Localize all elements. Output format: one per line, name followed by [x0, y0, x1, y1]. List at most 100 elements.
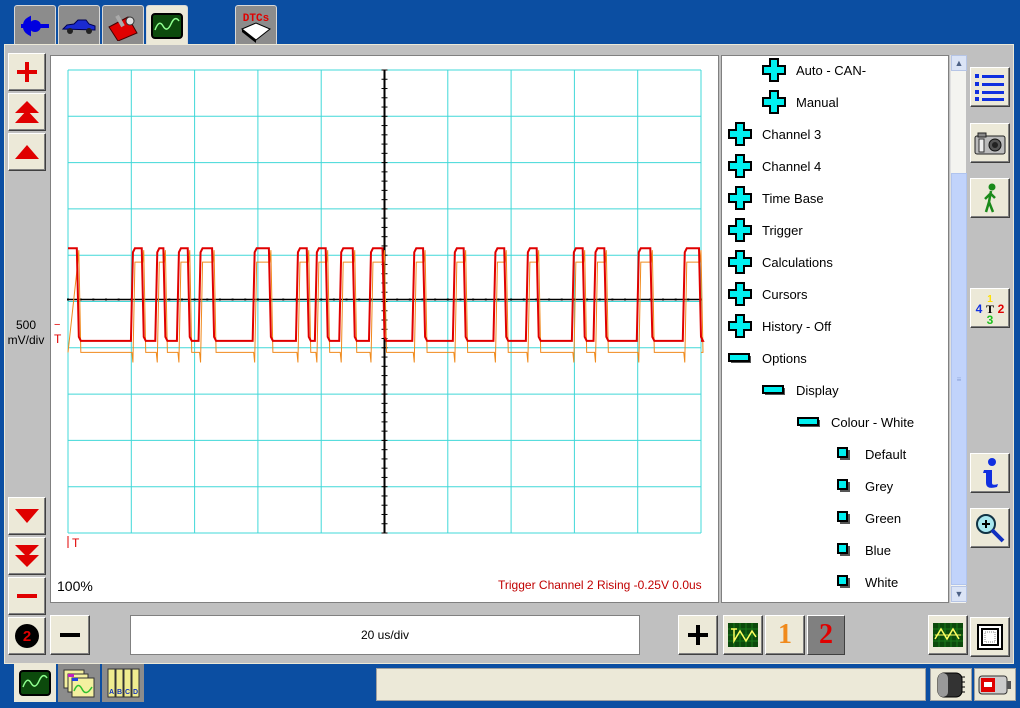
tree-item[interactable]: Default	[837, 443, 906, 465]
expand-plus-icon[interactable]	[762, 58, 786, 82]
snapshot-button[interactable]	[970, 123, 1010, 163]
magnify-button[interactable]	[970, 508, 1010, 548]
bottom-tab-library[interactable]	[58, 664, 100, 702]
tree-scrollbar[interactable]: ▲ ≡ ▼	[950, 55, 967, 603]
bottom-tab-scope[interactable]	[14, 664, 56, 702]
scroll-down-button[interactable]: ▼	[951, 586, 967, 602]
tree-item-label: Cursors	[762, 286, 808, 302]
tree-item[interactable]: Options	[728, 347, 807, 369]
expand-plus-icon[interactable]	[728, 186, 752, 210]
timebase-increase-button[interactable]	[678, 615, 718, 655]
magnifier-icon	[976, 514, 1005, 543]
tree-item[interactable]: History - Off	[728, 314, 831, 338]
tree-item[interactable]: Auto - CAN-	[762, 58, 866, 82]
axis-tick	[586, 298, 589, 301]
tree-item[interactable]: Channel 4	[728, 154, 821, 178]
fullscreen-button[interactable]	[970, 617, 1010, 657]
tree-item[interactable]: Calculations	[728, 250, 833, 274]
option-square-icon[interactable]	[837, 543, 851, 557]
car-icon	[61, 19, 96, 34]
channel-1-button[interactable]: 1	[765, 615, 805, 655]
scroll-thumb[interactable]: ≡	[951, 173, 967, 585]
option-square-icon[interactable]	[837, 575, 851, 589]
collapse-minus-icon[interactable]	[797, 416, 821, 428]
arrow-down-icon	[15, 509, 39, 523]
volts-value: 500	[15, 318, 37, 332]
scroll-up-button[interactable]: ▲	[951, 55, 967, 71]
expand-plus-icon[interactable]	[728, 154, 752, 178]
axis-tick	[244, 298, 247, 301]
trigger-info: Trigger Channel 2 Rising -0.25V 0.0us	[498, 578, 702, 592]
tree-item[interactable]: Display	[762, 379, 839, 401]
tree-item[interactable]: Blue	[837, 539, 891, 561]
tree-item[interactable]: Cursors	[728, 282, 808, 306]
timebase-display: 20 us/div	[130, 615, 640, 655]
tree-item[interactable]: White	[837, 571, 898, 593]
dtc-icon: DTCs	[241, 13, 271, 43]
trigger-level-marker: −	[54, 319, 60, 331]
axis-tick	[345, 298, 348, 301]
tree-item[interactable]: Time Base	[728, 186, 824, 210]
settings-tree[interactable]: Auto - CAN- Manual Channel 3 Channel 4 Time …	[721, 55, 949, 603]
axis-tick	[256, 298, 259, 301]
zoom-in-button[interactable]	[8, 53, 46, 91]
list-button[interactable]	[970, 67, 1010, 107]
scale-down-button[interactable]	[8, 497, 46, 535]
tab-dtcs[interactable]: DTCs	[235, 5, 277, 45]
connector-icon	[21, 15, 49, 36]
volts-unit: mV/div	[7, 333, 45, 347]
tree-item[interactable]: Manual	[762, 90, 839, 114]
minus-icon	[17, 594, 37, 598]
tree-item[interactable]: Channel 3	[728, 122, 822, 146]
channel-select-button[interactable]: 2	[8, 617, 46, 655]
scale-down-fast-button[interactable]	[8, 537, 46, 575]
scale-up-fast-button[interactable]	[8, 93, 46, 131]
axis-tick	[611, 298, 614, 301]
oscilloscope-icon	[19, 670, 51, 696]
measure-button[interactable]	[928, 615, 968, 655]
device-status[interactable]	[930, 668, 972, 701]
option-square-icon[interactable]	[837, 511, 851, 525]
expand-plus-icon[interactable]	[728, 250, 752, 274]
axis-tick	[332, 298, 335, 301]
waveform-plot[interactable]: − T T	[50, 55, 719, 603]
tab-connector[interactable]	[14, 5, 56, 45]
tree-item[interactable]: Grey	[837, 475, 893, 497]
axis-tick	[168, 298, 171, 301]
battery-icon	[978, 675, 1011, 694]
walk-button[interactable]	[970, 178, 1010, 218]
scale-up-button[interactable]	[8, 133, 46, 171]
tab-toolbox[interactable]	[102, 5, 144, 45]
collapse-minus-icon[interactable]	[762, 384, 786, 396]
tree-item[interactable]: Green	[837, 507, 901, 529]
toolbox-icon	[108, 14, 138, 41]
info-button[interactable]	[970, 453, 1010, 493]
tree-item-label: Channel 3	[762, 126, 822, 142]
trigger-mode-button[interactable]	[723, 615, 763, 655]
axis-tick	[408, 298, 411, 301]
expand-plus-icon[interactable]	[728, 218, 752, 242]
minus-icon	[60, 633, 80, 637]
channel-trigger-button[interactable]: 14T23	[970, 288, 1010, 328]
tree-item-label: Blue	[865, 542, 892, 558]
option-square-icon[interactable]	[837, 447, 851, 461]
tab-vehicle[interactable]	[58, 5, 100, 45]
tree-item[interactable]: Trigger	[728, 218, 803, 242]
zoom-out-button[interactable]	[8, 577, 46, 615]
expand-plus-icon[interactable]	[762, 90, 786, 114]
timebase-decrease-button[interactable]	[50, 615, 90, 655]
double-arrow-down-icon	[15, 545, 39, 567]
collapse-minus-icon[interactable]	[728, 352, 752, 364]
expand-plus-icon[interactable]	[728, 314, 752, 338]
status-bar	[376, 668, 926, 701]
tree-item[interactable]: Colour - White	[797, 411, 914, 433]
bottom-tab-binders[interactable]: ABCD	[102, 664, 144, 702]
axis-tick	[421, 298, 424, 301]
plus-icon	[688, 625, 708, 645]
channel-2-button[interactable]: 2	[807, 615, 845, 655]
battery-status[interactable]	[974, 668, 1016, 701]
option-square-icon[interactable]	[837, 479, 851, 493]
expand-plus-icon[interactable]	[728, 282, 752, 306]
expand-plus-icon[interactable]	[728, 122, 752, 146]
tab-scope[interactable]	[146, 5, 188, 46]
